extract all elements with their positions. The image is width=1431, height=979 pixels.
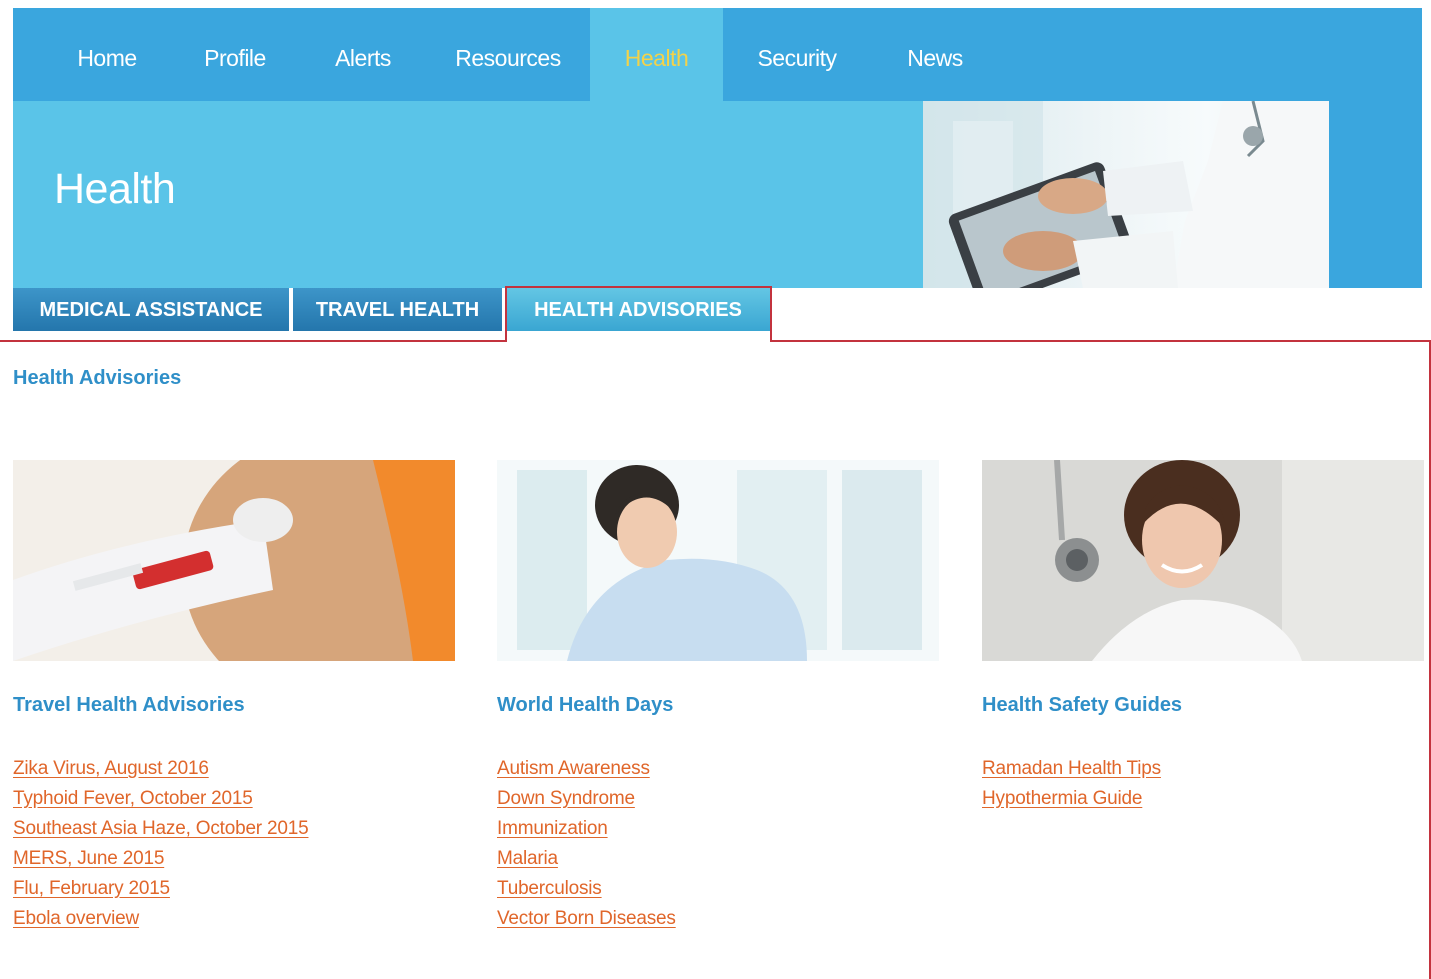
hero-banner: Health: [13, 101, 1422, 288]
vaccination-image: [13, 460, 455, 661]
link-immunization[interactable]: Immunization: [497, 818, 608, 839]
list-item: Ramadan Health Tips: [982, 756, 1161, 786]
nurse-image: [497, 460, 939, 661]
link-typhoid-fever[interactable]: Typhoid Fever, October 2015: [13, 788, 253, 809]
list-item: Vector Born Diseases: [497, 906, 676, 936]
column-title: Health Safety Guides: [982, 694, 1183, 716]
list-item: Tuberculosis: [497, 876, 676, 906]
link-autism-awareness[interactable]: Autism Awareness: [497, 758, 650, 779]
nav-news[interactable]: News: [885, 8, 985, 101]
link-hypothermia-guide[interactable]: Hypothermia Guide: [982, 788, 1142, 809]
nav-profile[interactable]: Profile: [181, 8, 289, 101]
travel-health-advisories-column: Travel Health Advisories Zika Virus, Aug…: [13, 460, 455, 929]
list-item: MERS, June 2015: [13, 846, 308, 876]
tab-travel-health[interactable]: TRAVEL HEALTH: [293, 288, 502, 331]
hero-doctor-tablet-image: [923, 101, 1329, 288]
link-southeast-asia-haze[interactable]: Southeast Asia Haze, October 2015: [13, 818, 309, 839]
link-ebola-overview[interactable]: Ebola overview: [13, 908, 139, 929]
hero-side-strip: [1329, 101, 1422, 288]
nav-resources[interactable]: Resources: [443, 8, 573, 101]
link-mers[interactable]: MERS, June 2015: [13, 848, 164, 869]
list-item: Ebola overview: [13, 906, 308, 936]
page-title: Health: [54, 165, 176, 213]
tab-health-advisories[interactable]: HEALTH ADVISORIES: [506, 288, 770, 331]
section-title: Health Advisories: [13, 367, 182, 389]
nav-home[interactable]: Home: [53, 8, 161, 101]
safety-guides-links: Ramadan Health Tips Hypothermia Guide: [982, 756, 1161, 816]
list-item: Flu, February 2015: [13, 876, 308, 906]
column-title: Travel Health Advisories: [13, 694, 245, 716]
list-item: Down Syndrome: [497, 786, 676, 816]
list-item: Zika Virus, August 2016: [13, 756, 308, 786]
health-safety-guides-column: Health Safety Guides Ramadan Health Tips…: [982, 460, 1424, 809]
list-item: Hypothermia Guide: [982, 786, 1161, 816]
nav-health[interactable]: Health: [590, 8, 723, 101]
nav-security[interactable]: Security: [735, 8, 859, 101]
link-tuberculosis[interactable]: Tuberculosis: [497, 878, 602, 899]
column-title: World Health Days: [497, 694, 674, 716]
link-flu[interactable]: Flu, February 2015: [13, 878, 170, 899]
link-malaria[interactable]: Malaria: [497, 848, 558, 869]
link-vector-born-diseases[interactable]: Vector Born Diseases: [497, 908, 676, 929]
list-item: Southeast Asia Haze, October 2015: [13, 816, 309, 846]
link-ramadan-health-tips[interactable]: Ramadan Health Tips: [982, 758, 1161, 779]
list-item: Typhoid Fever, October 2015: [13, 786, 308, 816]
list-item: Autism Awareness: [497, 756, 676, 786]
health-days-links: Autism Awareness Down Syndrome Immunizat…: [497, 756, 676, 936]
world-health-days-column: World Health Days Autism Awareness Down …: [497, 460, 939, 929]
advisory-links: Zika Virus, August 2016 Typhoid Fever, O…: [13, 756, 309, 936]
tab-medical-assistance[interactable]: MEDICAL ASSISTANCE: [13, 288, 289, 331]
link-zika-virus[interactable]: Zika Virus, August 2016: [13, 758, 209, 779]
link-down-syndrome[interactable]: Down Syndrome: [497, 788, 635, 809]
list-item: Malaria: [497, 846, 676, 876]
list-item: Immunization: [497, 816, 676, 846]
top-navigation: Home Profile Alerts Resources Health Sec…: [13, 8, 1422, 101]
dentist-image: [982, 460, 1424, 661]
nav-alerts[interactable]: Alerts: [311, 8, 415, 101]
